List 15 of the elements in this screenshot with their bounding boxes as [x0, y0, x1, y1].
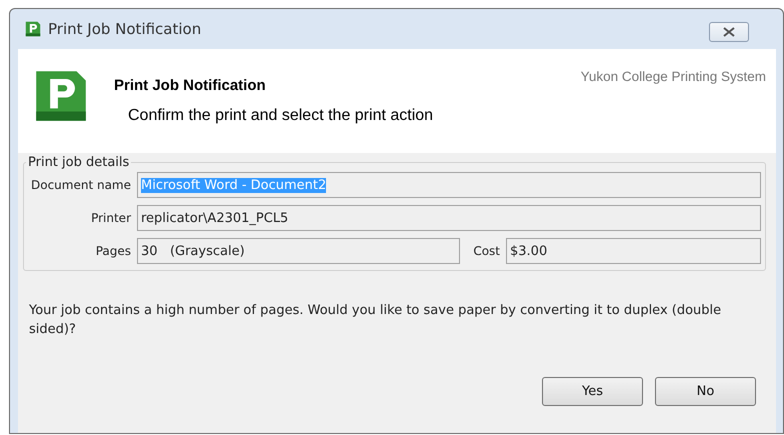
- window-title: Print Job Notification: [48, 20, 202, 38]
- text-field[interactable]: replicator\A2301_PCL5: [137, 205, 761, 231]
- field-label: Cost: [472, 244, 500, 258]
- dialog-button[interactable]: Yes: [542, 377, 643, 406]
- field-label: Printer: [90, 211, 131, 225]
- group-legend: Print job details: [26, 155, 132, 170]
- header-title: Print Job Notification: [114, 77, 267, 94]
- field-label: Document name: [30, 178, 131, 192]
- header-subtitle: Confirm the print and select the print action: [128, 107, 434, 125]
- brand-text: Yukon College Printing System: [580, 69, 766, 84]
- message-text: Your job contains a high number of pages. Would you like to save paper by converting it to duplex (double sided)?: [29, 302, 722, 339]
- text-field[interactable]: $3.00: [506, 238, 761, 264]
- dialog-button[interactable]: No: [655, 377, 756, 406]
- field-label: Pages: [94, 244, 131, 258]
- text-field[interactable]: 30 (Grayscale): [137, 238, 460, 264]
